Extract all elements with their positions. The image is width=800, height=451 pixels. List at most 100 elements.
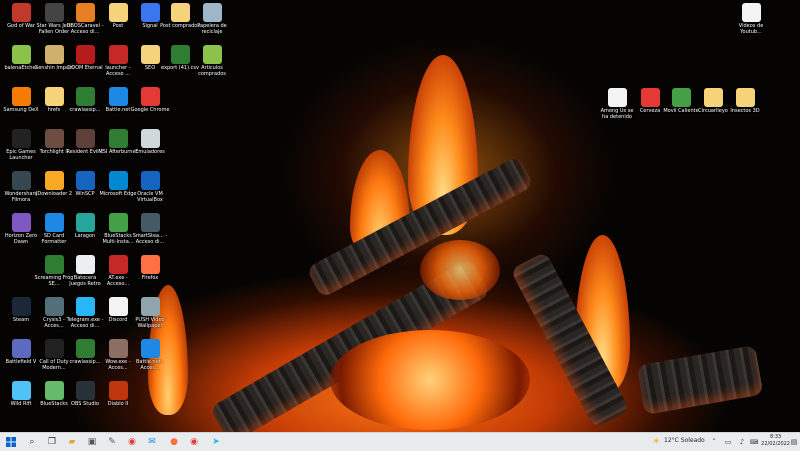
app-icon xyxy=(735,88,755,107)
volume-icon[interactable]: ♪ xyxy=(736,436,748,448)
app-icon xyxy=(640,88,660,107)
desktop-icon-label: Papelera de reciclaje xyxy=(197,23,227,35)
desktop-icon[interactable]: Diablo II xyxy=(101,381,135,407)
desktop-icon[interactable]: Battlefield V xyxy=(4,339,38,365)
app-icon xyxy=(75,171,95,190)
desktop-icon[interactable]: Firefox xyxy=(133,255,167,281)
desktop-icon-label: Firefox xyxy=(141,275,159,281)
app-icon xyxy=(44,87,64,106)
desktop-icon[interactable]: Wild Rift xyxy=(4,381,38,407)
desktop-icon[interactable]: Battle.net - Acces... xyxy=(133,339,167,371)
desktop-icon[interactable]: crawlassip... xyxy=(68,339,102,365)
task-view-icon[interactable]: ❐ xyxy=(46,436,58,448)
desktop-icon[interactable]: Google Chrome xyxy=(131,87,169,113)
desktop-icon[interactable]: AT.exe - Acceso... xyxy=(101,255,135,287)
app-icon xyxy=(75,87,95,106)
desktop-icon[interactable]: launcher - Acceso ... xyxy=(101,45,135,77)
app-icon xyxy=(44,3,64,22)
desktop-icon[interactable]: God of War xyxy=(4,3,38,29)
app-icon xyxy=(607,88,627,107)
app-icon xyxy=(44,213,64,232)
app-icon xyxy=(671,88,691,107)
app-icon xyxy=(11,339,31,358)
weather-status[interactable]: 12°C Soleado xyxy=(664,437,705,444)
desktop-icon[interactable]: PUSH Video Wallpaper xyxy=(133,297,167,329)
firefox-icon[interactable]: ● xyxy=(168,436,180,448)
app-icon xyxy=(170,3,190,22)
app-icon xyxy=(75,297,95,316)
app-icon xyxy=(11,45,31,64)
desktop-icon-label: Emuladores xyxy=(135,149,165,155)
store-icon[interactable]: ▣ xyxy=(86,436,98,448)
desktop-icon[interactable]: Telegram.exe - Acceso di... xyxy=(67,297,103,329)
app-icon xyxy=(75,3,95,22)
chrome-icon[interactable]: ◉ xyxy=(126,436,138,448)
desktop-wallpaper: God of War Star Wars Jedi Fallen Order DBO… xyxy=(0,0,800,432)
app-icon xyxy=(44,45,64,64)
app-icon xyxy=(140,87,160,106)
desktop-icon[interactable]: Samsung DeX xyxy=(3,87,39,113)
desktop-icon[interactable]: Insectos 3D xyxy=(728,88,762,114)
app-icon xyxy=(202,3,222,22)
app-icon xyxy=(75,129,95,148)
desktop-icon-label: Battle.net - Acces... xyxy=(135,359,165,371)
tray-chevron-icon[interactable]: ˄ xyxy=(708,436,720,448)
desktop-icon[interactable]: Among Us se ha detenido xyxy=(600,88,634,120)
app-icon xyxy=(140,3,160,22)
embers xyxy=(420,240,500,300)
desktop-icon[interactable]: DBOSCaravel - Acceso di... xyxy=(67,3,103,35)
desktop-icon-label: Vídeos de Youtub... xyxy=(738,23,764,35)
notifications-icon[interactable]: ▤ xyxy=(788,436,800,448)
telegram-icon[interactable]: ➤ xyxy=(210,436,222,448)
app-icon xyxy=(108,339,128,358)
app-icon xyxy=(108,3,128,22)
desktop-icon-label: Diablo II xyxy=(107,401,129,407)
app-icon xyxy=(44,297,64,316)
desktop-icon[interactable]: Wondershare Filmora xyxy=(4,171,38,203)
desktop-icon[interactable]: crawlassip... xyxy=(68,87,102,113)
chrome-icon[interactable]: ◉ xyxy=(188,436,200,448)
app-icon xyxy=(75,381,95,400)
desktop-icon[interactable]: OBS Studio xyxy=(68,381,102,407)
desktop-icon[interactable]: Horizon Zero Dawn xyxy=(4,213,38,245)
desktop-icon[interactable]: DOOM Eternal xyxy=(67,45,103,71)
desktop-icon[interactable]: Epic Games Launcher xyxy=(4,129,38,161)
desktop-icon[interactable]: Emuladores xyxy=(133,129,167,155)
desktop-icon[interactable]: SmartStea... - Acceso di... xyxy=(133,213,167,245)
taskbar: ⌕ ❐ ▰ ▣ ✎ ◉ ✉ ● ◉ ➤ ☀ 12°C Soleado ˄ ▭ ♪… xyxy=(0,432,800,451)
clock[interactable]: 8:33 22/02/2022 xyxy=(761,434,790,448)
app-icon xyxy=(140,339,160,358)
app-icon xyxy=(75,213,95,232)
weather-icon[interactable]: ☀ xyxy=(650,436,662,448)
desktop-icon[interactable]: Articulos comprados xyxy=(195,45,229,77)
desktop-icon[interactable]: Resident Evil 2 xyxy=(67,129,103,155)
app-icon xyxy=(108,297,128,316)
app-icon xyxy=(11,171,31,190)
language-icon[interactable]: ⌨ xyxy=(748,436,760,448)
desktop-icon-label: PUSH Video Wallpaper xyxy=(135,317,165,329)
desktop-icon[interactable]: Vídeos de Youtub... xyxy=(734,3,768,35)
desktop-icon[interactable]: Papelera de reciclaje xyxy=(195,3,229,35)
search-icon[interactable]: ⌕ xyxy=(26,436,38,448)
mail-icon[interactable]: ✉ xyxy=(146,436,158,448)
file-explorer-icon[interactable]: ▰ xyxy=(66,436,78,448)
desktop-icon[interactable]: Laragon xyxy=(68,213,102,239)
app-icon xyxy=(140,171,160,190)
app-icon xyxy=(741,3,761,22)
desktop-icon[interactable]: WinSCP xyxy=(68,171,102,197)
app-icon xyxy=(11,129,31,148)
network-icon[interactable]: ▭ xyxy=(722,436,734,448)
desktop-icon[interactable]: Call of Duty Modern... xyxy=(37,339,71,371)
desktop-icon[interactable]: Batocera Juegos Retro xyxy=(68,255,102,287)
app-icon xyxy=(108,213,128,232)
app-icon xyxy=(108,87,128,106)
desktop-icon[interactable]: Steam xyxy=(4,297,38,323)
clock-time: 8:33 xyxy=(769,434,782,440)
pen-icon[interactable]: ✎ xyxy=(106,436,118,448)
desktop-icon[interactable]: balenaEtcher xyxy=(4,45,38,71)
start-button[interactable] xyxy=(5,436,17,448)
desktop-icon-label: Oracle VM VirtualBox xyxy=(137,191,163,203)
desktop-icon[interactable]: SD Card Formatter xyxy=(37,213,71,245)
desktop-icon[interactable]: Oracle VM VirtualBox xyxy=(133,171,167,203)
app-icon xyxy=(44,339,64,358)
